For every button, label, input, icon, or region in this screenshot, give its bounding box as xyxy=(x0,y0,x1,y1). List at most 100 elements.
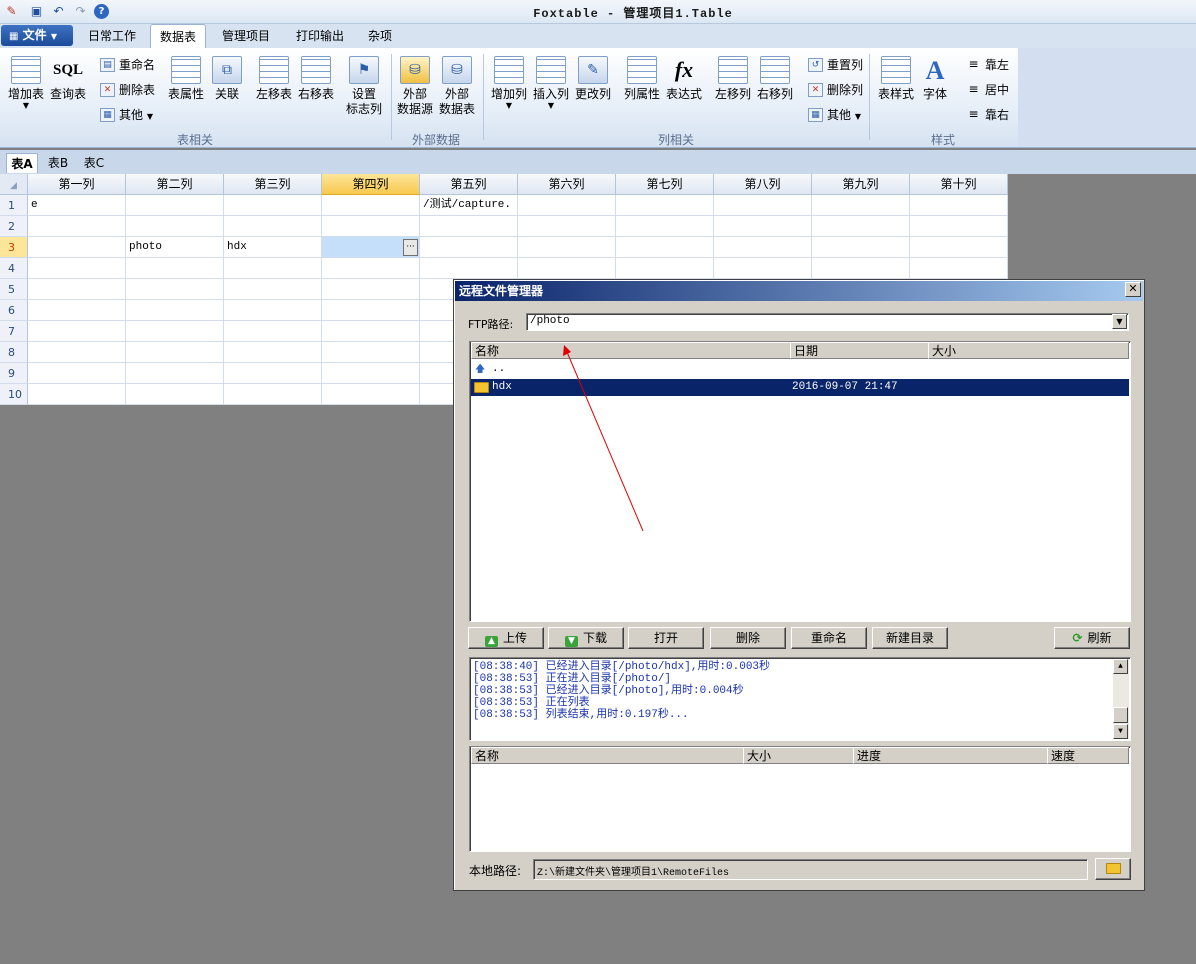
row-number[interactable]: 1 xyxy=(0,195,28,216)
grid-cell[interactable] xyxy=(28,237,126,258)
row-number[interactable]: 5 xyxy=(0,279,28,300)
grid-cell[interactable] xyxy=(714,216,812,237)
grid-cell[interactable] xyxy=(126,363,224,384)
grid-cell[interactable] xyxy=(910,195,1008,216)
grid-cell[interactable] xyxy=(224,321,322,342)
column-header-progress[interactable]: 进度 xyxy=(853,747,1048,764)
column-header[interactable]: 第一列 xyxy=(28,174,126,195)
grid-cell[interactable] xyxy=(126,216,224,237)
new-directory-button[interactable]: 新建目录 xyxy=(872,627,948,649)
column-header[interactable]: 第十列 xyxy=(910,174,1008,195)
delete-button[interactable]: 删除 xyxy=(710,627,786,649)
modify-column-button[interactable]: ✎ 更改列 xyxy=(571,56,615,102)
insert-column-button[interactable]: 插入列 ▼ xyxy=(529,56,573,110)
grid-cell[interactable] xyxy=(126,258,224,279)
grid-cell[interactable] xyxy=(322,195,420,216)
rename-button[interactable]: 重命名 xyxy=(791,627,867,649)
row-number[interactable]: 2 xyxy=(0,216,28,237)
grid-cell[interactable] xyxy=(420,216,518,237)
grid-cell[interactable]: photo xyxy=(126,237,224,258)
grid-cell[interactable] xyxy=(224,300,322,321)
grid-cell[interactable] xyxy=(224,279,322,300)
move-table-right-button[interactable]: 右移表 xyxy=(294,56,338,102)
local-path-field[interactable]: Z:\新建文件夹\管理项目1\RemoteFiles xyxy=(533,859,1088,880)
column-header-date[interactable]: 日期 xyxy=(790,342,929,359)
close-button[interactable]: ✕ xyxy=(1125,282,1141,297)
column-header[interactable]: 第二列 xyxy=(126,174,224,195)
rename-table-button[interactable]: ▤ 重命名 xyxy=(100,57,155,73)
grid-cell[interactable] xyxy=(28,384,126,405)
grid-cell[interactable] xyxy=(812,216,910,237)
grid-cell[interactable] xyxy=(910,216,1008,237)
grid-cell[interactable] xyxy=(322,342,420,363)
tab-misc[interactable]: 杂项 xyxy=(360,24,400,48)
align-right-button[interactable]: ≡ 靠右 xyxy=(966,107,1009,123)
row-number[interactable]: 9 xyxy=(0,363,28,384)
grid-cell[interactable] xyxy=(910,237,1008,258)
grid-cell[interactable] xyxy=(126,279,224,300)
grid-cell[interactable] xyxy=(322,258,420,279)
add-table-button[interactable]: 增加表 ▼ xyxy=(4,56,48,110)
grid-cell[interactable] xyxy=(714,195,812,216)
row-number[interactable]: 8 xyxy=(0,342,28,363)
sheet-tab-c[interactable]: 表C xyxy=(78,153,110,173)
column-header[interactable]: 第九列 xyxy=(812,174,910,195)
tab-print-output[interactable]: 打印输出 xyxy=(288,24,352,48)
grid-cell[interactable] xyxy=(126,342,224,363)
grid-cell[interactable] xyxy=(28,216,126,237)
transfer-list[interactable]: 名称 大小 进度 速度 xyxy=(469,746,1131,852)
font-button[interactable]: A 字体 xyxy=(916,56,954,102)
grid-cell[interactable] xyxy=(322,300,420,321)
row-number[interactable]: 10 xyxy=(0,384,28,405)
reset-column-button[interactable]: ↺ 重置列 xyxy=(808,57,863,73)
add-column-button[interactable]: 增加列 ▼ xyxy=(487,56,531,110)
grid-cell[interactable] xyxy=(224,342,322,363)
tab-daily-work[interactable]: 日常工作 xyxy=(80,24,144,48)
tab-manage-project[interactable]: 管理项目 xyxy=(214,24,278,48)
grid-cell[interactable] xyxy=(224,258,322,279)
grid-cell[interactable] xyxy=(126,321,224,342)
column-header-size[interactable]: 大小 xyxy=(928,342,1129,359)
column-header-size[interactable]: 大小 xyxy=(743,747,854,764)
table-props-button[interactable]: 表属性 xyxy=(164,56,208,102)
browse-folder-button[interactable] xyxy=(1095,858,1131,880)
upload-button[interactable]: ▲ 上传 xyxy=(468,627,544,649)
query-table-button[interactable]: SQL 查询表 xyxy=(48,56,88,102)
external-table-button[interactable]: ⛁ 外部 数据表 xyxy=(437,56,477,117)
grid-cell[interactable] xyxy=(28,321,126,342)
move-column-right-button[interactable]: 右移列 xyxy=(753,56,797,102)
grid-cell[interactable] xyxy=(616,195,714,216)
sheet-tab-b[interactable]: 表B xyxy=(42,153,74,173)
grid-cell[interactable]: hdx xyxy=(224,237,322,258)
delete-column-button[interactable]: ✕ 删除列 xyxy=(808,82,863,98)
grid-cell[interactable] xyxy=(616,237,714,258)
scroll-down-icon[interactable]: ▼ xyxy=(1113,724,1128,739)
column-header[interactable]: 第七列 xyxy=(616,174,714,195)
grid-cell[interactable] xyxy=(322,216,420,237)
log-area[interactable]: [08:38:40] 已经进入目录[/photo/hdx],用时:0.003秒 … xyxy=(469,657,1131,741)
column-header[interactable]: 第三列 xyxy=(224,174,322,195)
grid-cell[interactable] xyxy=(910,258,1008,279)
grid-cell[interactable] xyxy=(126,300,224,321)
open-button[interactable]: 打开 xyxy=(628,627,704,649)
grid-cell[interactable] xyxy=(616,258,714,279)
row-number[interactable]: 6 xyxy=(0,300,28,321)
scroll-thumb[interactable] xyxy=(1113,707,1128,723)
grid-cell[interactable] xyxy=(28,363,126,384)
grid-cell[interactable] xyxy=(322,363,420,384)
grid-cell[interactable] xyxy=(28,258,126,279)
other-table-button[interactable]: ▦ 其他 ▼ xyxy=(100,107,153,125)
column-header-name[interactable]: 名称 xyxy=(471,747,744,764)
align-center-button[interactable]: ≡ 居中 xyxy=(966,82,1009,98)
grid-cell[interactable] xyxy=(322,321,420,342)
relation-button[interactable]: ⧉ 关联 xyxy=(208,56,246,102)
grid-cell[interactable] xyxy=(28,300,126,321)
column-header[interactable]: 第五列 xyxy=(420,174,518,195)
grid-cell[interactable]: e xyxy=(28,195,126,216)
log-scrollbar[interactable]: ▲ ▼ xyxy=(1113,659,1129,739)
grid-cell[interactable] xyxy=(518,195,616,216)
grid-cell[interactable] xyxy=(518,216,616,237)
grid-cell[interactable] xyxy=(420,237,518,258)
grid-cell[interactable] xyxy=(28,279,126,300)
refresh-button[interactable]: ⟳ 刷新 xyxy=(1054,627,1130,649)
